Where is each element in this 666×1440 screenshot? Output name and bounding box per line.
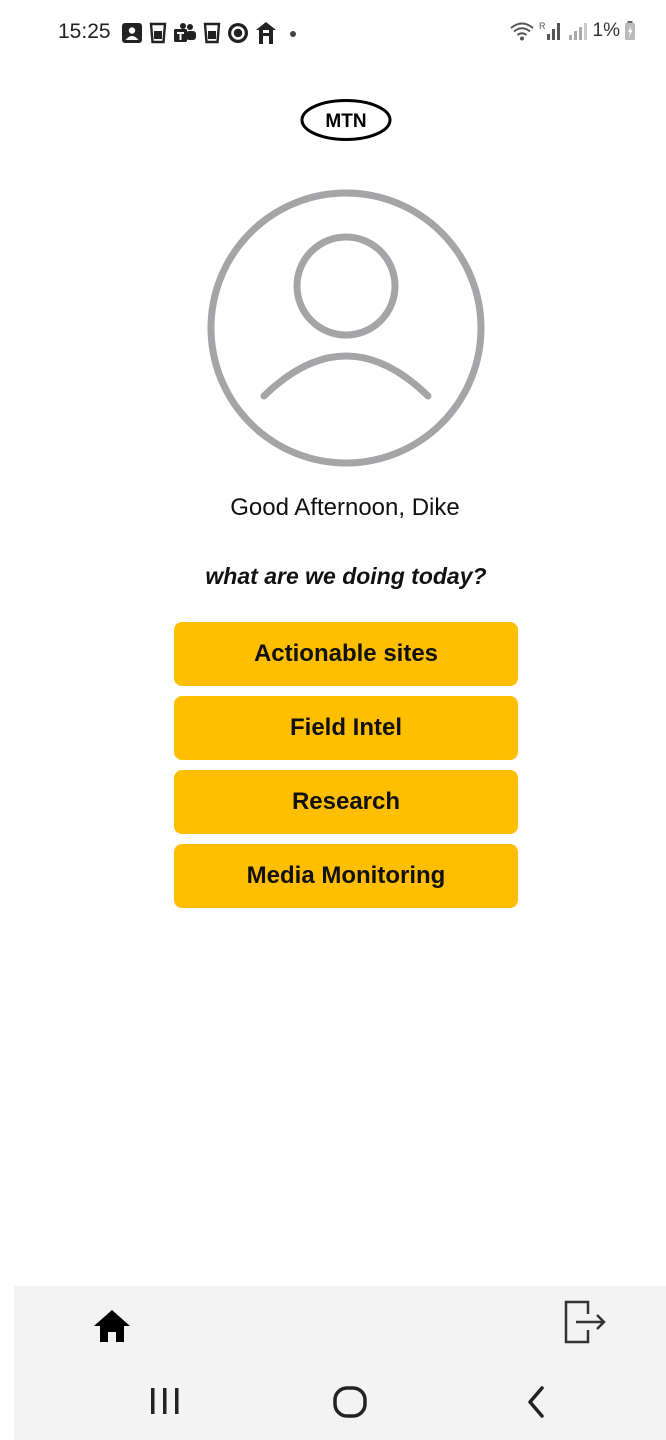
circle-app-icon <box>227 22 249 44</box>
wifi-icon <box>509 20 535 42</box>
greeting-text: Good Afternoon, Dike <box>230 494 460 521</box>
research-button[interactable]: Research <box>174 770 518 834</box>
dot-icon <box>283 22 303 44</box>
bottom-nav <box>14 1286 666 1366</box>
home-icon[interactable] <box>90 1304 134 1348</box>
actionable-sites-button[interactable]: Actionable sites <box>174 622 518 686</box>
svg-text:R: R <box>539 21 546 31</box>
notification-icons <box>121 21 303 45</box>
teams-icon <box>173 22 197 44</box>
system-nav-bar <box>14 1366 666 1440</box>
recent-apps-icon[interactable] <box>148 1384 182 1418</box>
battery-text: 1% <box>592 20 620 41</box>
signal-weak-icon <box>567 20 589 42</box>
cup-icon <box>203 22 221 44</box>
logout-icon[interactable] <box>560 1296 612 1348</box>
main-menu: Actionable sites Field Intel Research Me… <box>174 622 518 918</box>
home-circle-icon[interactable] <box>330 1382 370 1422</box>
mtn-logo: MTN <box>300 98 392 142</box>
prompt-text: what are we doing today? <box>205 563 487 589</box>
system-status-icons: R 1% <box>509 20 636 42</box>
cup-icon <box>149 22 167 44</box>
back-icon[interactable] <box>518 1382 556 1422</box>
user-avatar-icon <box>206 188 486 468</box>
field-intel-button[interactable]: Field Intel <box>174 696 518 760</box>
battery-icon <box>624 20 636 42</box>
home-app-icon <box>255 21 277 45</box>
status-time: 15:25 <box>58 20 111 43</box>
logo-text: MTN <box>325 111 366 132</box>
signal-icon: R <box>539 20 563 42</box>
status-bar: 15:25 R 1% <box>0 0 666 64</box>
contact-card-icon <box>121 22 143 44</box>
media-monitoring-button[interactable]: Media Monitoring <box>174 844 518 908</box>
